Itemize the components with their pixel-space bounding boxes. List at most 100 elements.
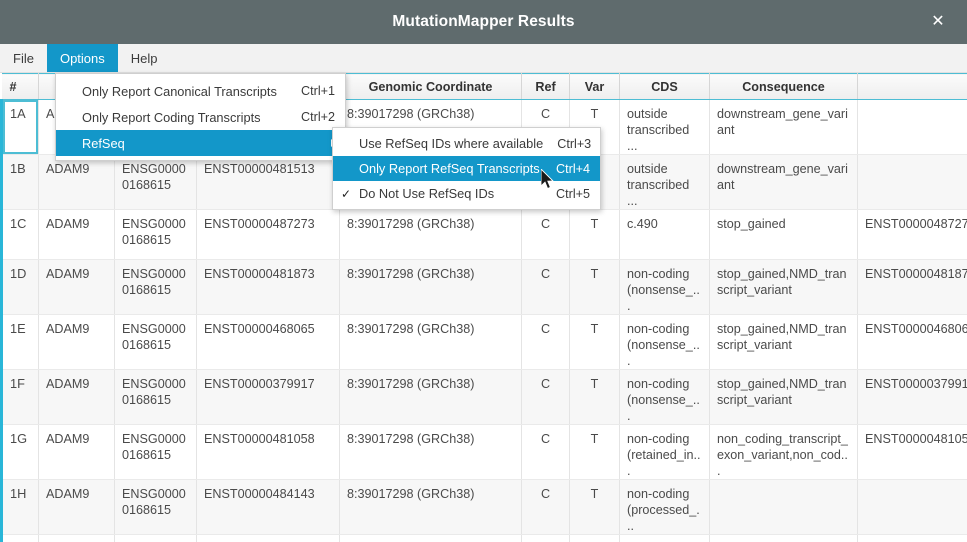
consequence-cell[interactable]: [709, 534, 858, 542]
cds-cell[interactable]: non-coding (nonsense_...: [619, 369, 710, 425]
var-cell[interactable]: T: [569, 314, 620, 370]
enst-cell[interactable]: ENST00000487273: [196, 209, 340, 260]
consequence-cell[interactable]: downstream_gene_variant: [709, 99, 858, 155]
ensg-cell[interactable]: ENSG00000168615: [114, 369, 197, 425]
enst-cell[interactable]: ENST00000481058: [196, 424, 340, 480]
cds-plus-cell[interactable]: [857, 534, 967, 542]
var-cell[interactable]: T: [569, 259, 620, 315]
consequence-cell[interactable]: non_coding_transcript_exon_variant,non_c…: [709, 424, 858, 480]
ref-cell[interactable]: C: [521, 314, 570, 370]
ensg-cell[interactable]: ENSG00000168615: [114, 154, 197, 210]
column-header-number[interactable]: #: [1, 73, 39, 100]
row-number-cell[interactable]: 1H: [0, 479, 39, 535]
enst-cell[interactable]: ENST00000463437: [196, 534, 340, 542]
enst-cell[interactable]: ENST00000481513: [196, 154, 340, 210]
cds-cell[interactable]: c.490: [619, 209, 710, 260]
gene-cell[interactable]: ADAM9: [38, 154, 115, 210]
var-cell[interactable]: T: [569, 209, 620, 260]
genomic-coordinate-cell[interactable]: 8:39017298 (GRCh38): [339, 314, 522, 370]
menu-item-refseq[interactable]: RefSeq: [56, 130, 345, 156]
row-number-cell[interactable]: 1E: [0, 314, 39, 370]
column-header-cds[interactable]: CDS: [619, 73, 710, 100]
menu-options[interactable]: Options: [46, 44, 118, 72]
enst-cell[interactable]: ENST00000379917: [196, 369, 340, 425]
cds-cell[interactable]: non-coding (retained_in...: [619, 424, 710, 480]
ensg-cell[interactable]: ENSG00000168615: [114, 259, 197, 315]
column-header-ref[interactable]: Ref: [521, 73, 570, 100]
gene-cell[interactable]: ADAM9: [38, 369, 115, 425]
gene-cell[interactable]: ADAM9: [38, 479, 115, 535]
table-row[interactable]: 1G ADAM9 ENSG00000168615 ENST00000481058 8:3…: [0, 424, 967, 480]
ref-cell[interactable]: C: [521, 479, 570, 535]
genomic-coordinate-cell[interactable]: 8:39017298 (GRCh38): [339, 209, 522, 260]
cds-cell[interactable]: non-coding (processed_...: [619, 479, 710, 535]
consequence-cell[interactable]: stop_gained,NMD_transcript_variant: [709, 259, 858, 315]
column-header-var[interactable]: Var: [569, 73, 620, 100]
cds-cell[interactable]: non-coding (retained_in...: [619, 534, 710, 542]
ensg-cell[interactable]: ENSG00000168615: [114, 534, 197, 542]
table-row[interactable]: 1D ADAM9 ENSG00000168615 ENST00000481873 8:3…: [0, 259, 967, 315]
cds-plus-cell[interactable]: ENST0000048187: [857, 259, 967, 315]
menu-item-only-report-coding-transcripts[interactable]: Only Report Coding Transcripts Ctrl+2: [56, 104, 345, 130]
ref-cell[interactable]: C: [521, 209, 570, 260]
cds-cell[interactable]: outside transcribed ...: [619, 154, 710, 210]
cds-cell[interactable]: non-coding (nonsense_...: [619, 259, 710, 315]
menu-item-only-report-canonical-transcripts[interactable]: Only Report Canonical Transcripts Ctrl+1: [56, 78, 345, 104]
var-cell[interactable]: T: [569, 479, 620, 535]
column-header-consequence[interactable]: Consequence: [709, 73, 858, 100]
cds-cell[interactable]: non-coding (nonsense_...: [619, 314, 710, 370]
options-dropdown-menu[interactable]: Only Report Canonical Transcripts Ctrl+1 O…: [55, 73, 346, 161]
ref-cell[interactable]: C: [521, 369, 570, 425]
ref-cell[interactable]: C: [521, 424, 570, 480]
enst-cell[interactable]: ENST00000481873: [196, 259, 340, 315]
genomic-coordinate-cell[interactable]: 8:39017298 (GRCh38): [339, 479, 522, 535]
table-row[interactable]: 1F ADAM9 ENSG00000168615 ENST00000379917 8:3…: [0, 369, 967, 425]
menu-help[interactable]: Help: [118, 44, 171, 72]
cds-plus-cell[interactable]: [857, 479, 967, 535]
menu-file[interactable]: File: [0, 44, 47, 72]
consequence-cell[interactable]: stop_gained,NMD_transcript_variant: [709, 369, 858, 425]
genomic-coordinate-cell[interactable]: 8:39017298 (GRCh38): [339, 424, 522, 480]
row-number-cell[interactable]: 1F: [0, 369, 39, 425]
cds-plus-cell[interactable]: ENST0000048727: [857, 209, 967, 260]
column-header-cds-plus[interactable]: CDS +: [857, 73, 967, 100]
ref-cell[interactable]: C: [521, 259, 570, 315]
cds-plus-cell[interactable]: [857, 99, 967, 155]
column-header-genomic-coordinate[interactable]: Genomic Coordinate: [339, 73, 522, 100]
table-row[interactable]: 1E ADAM9 ENSG00000168615 ENST00000468065 8:3…: [0, 314, 967, 370]
row-number-cell[interactable]: 1C: [0, 209, 39, 260]
genomic-coordinate-cell[interactable]: 8:39017298 (GRCh38): [339, 259, 522, 315]
cds-plus-cell[interactable]: ENST0000048105: [857, 424, 967, 480]
var-cell[interactable]: T: [569, 424, 620, 480]
ensg-cell[interactable]: ENSG00000168615: [114, 479, 197, 535]
ref-cell[interactable]: C: [521, 534, 570, 542]
gene-cell[interactable]: ADAM9: [38, 314, 115, 370]
gene-cell[interactable]: ADAM9: [38, 209, 115, 260]
cds-cell[interactable]: outside transcribed ...: [619, 99, 710, 155]
submenu-item-use-refseq-ids-where-available[interactable]: Use RefSeq IDs where available Ctrl+3: [333, 131, 600, 156]
consequence-cell[interactable]: stop_gained,NMD_transcript_variant: [709, 314, 858, 370]
submenu-item-do-not-use-refseq-ids[interactable]: ✓ Do Not Use RefSeq IDs Ctrl+5: [333, 181, 600, 206]
genomic-coordinate-cell[interactable]: 8:39017298 (GRCh38): [339, 534, 522, 542]
table-row[interactable]: 1IADAM9ENSG00000168615ENST000004634378:3…: [0, 534, 967, 542]
ensg-cell[interactable]: ENSG00000168615: [114, 209, 197, 260]
consequence-cell[interactable]: [709, 479, 858, 535]
gene-cell[interactable]: ADAM9: [38, 534, 115, 542]
ensg-cell[interactable]: ENSG00000168615: [114, 314, 197, 370]
table-row[interactable]: 1H ADAM9 ENSG00000168615 ENST00000484143 8:3…: [0, 479, 967, 535]
row-number-cell[interactable]: 1A: [0, 99, 39, 155]
row-number-cell[interactable]: 1G: [0, 424, 39, 480]
consequence-cell[interactable]: stop_gained: [709, 209, 858, 260]
var-cell[interactable]: T: [569, 534, 620, 542]
close-icon[interactable]: ✕: [925, 9, 951, 35]
enst-cell[interactable]: ENST00000468065: [196, 314, 340, 370]
row-number-cell[interactable]: 1B: [0, 154, 39, 210]
var-cell[interactable]: T: [569, 369, 620, 425]
gene-cell[interactable]: ADAM9: [38, 424, 115, 480]
cds-plus-cell[interactable]: ENST0000037991: [857, 369, 967, 425]
refseq-submenu[interactable]: Use RefSeq IDs where available Ctrl+3 Only…: [332, 127, 601, 210]
consequence-cell[interactable]: downstream_gene_variant: [709, 154, 858, 210]
cds-plus-cell[interactable]: ENST0000046806: [857, 314, 967, 370]
row-number-cell[interactable]: 1I: [0, 534, 39, 542]
gene-cell[interactable]: ADAM9: [38, 259, 115, 315]
